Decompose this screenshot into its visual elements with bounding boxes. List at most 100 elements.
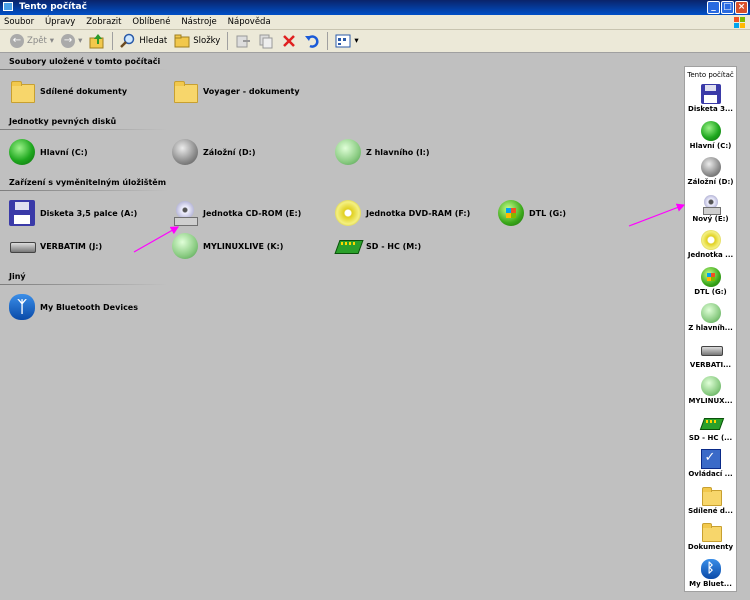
chevron-down-icon: ▾ bbox=[49, 36, 55, 46]
light-green-disk-icon bbox=[700, 376, 721, 396]
group-header-removable: Zařízení s vyměnitelným úložištěm bbox=[9, 178, 167, 187]
item-drive-f[interactable]: Jednotka DVD-RAM (F:) bbox=[335, 200, 470, 226]
item-voyager-documents[interactable]: Voyager - dokumenty bbox=[172, 78, 300, 104]
panel-item-label: My Bluet... bbox=[689, 579, 732, 588]
delete-button[interactable] bbox=[279, 31, 299, 51]
panel-item[interactable]: Disketa 3... bbox=[685, 84, 736, 113]
item-drive-c[interactable]: Hlavní (C:) bbox=[9, 139, 88, 165]
minimize-button[interactable]: _ bbox=[707, 1, 720, 14]
panel-item-label: VERBATI... bbox=[689, 360, 732, 369]
undo-icon bbox=[305, 35, 319, 48]
folder-icon bbox=[701, 522, 722, 542]
panel-item[interactable]: Sdílené d... bbox=[685, 486, 736, 515]
panel-item[interactable]: Ovládací ... bbox=[685, 449, 736, 478]
item-drive-a[interactable]: Disketa 3,5 palce (A:) bbox=[9, 200, 137, 226]
panel-item-label: Nový (E:) bbox=[692, 214, 729, 223]
forward-button[interactable]: → ▾ bbox=[59, 31, 84, 51]
search-button[interactable]: Hledat bbox=[118, 31, 169, 51]
up-button[interactable] bbox=[87, 31, 107, 51]
menu-file[interactable]: Soubor bbox=[0, 15, 38, 30]
panel-item-label: Ovládací ... bbox=[688, 470, 733, 478]
maximize-button[interactable]: □ bbox=[721, 1, 734, 14]
panel-title: Tento počítač bbox=[687, 71, 734, 79]
gray-disk-icon bbox=[700, 157, 721, 177]
panel-item[interactable]: SD - HC (... bbox=[685, 413, 736, 442]
item-drive-m[interactable]: SD - HC (M:) bbox=[335, 233, 421, 259]
sd-card-icon bbox=[335, 233, 361, 259]
drive-panel: Tento počítač Disketa 3... Hlavní (C:) Zál… bbox=[684, 66, 737, 592]
panel-item-label: MYLINUX... bbox=[688, 397, 733, 405]
panel-item[interactable]: Záložní (D:) bbox=[685, 157, 736, 186]
light-green-disk-icon bbox=[172, 233, 198, 259]
group-header-other: Jiný bbox=[9, 272, 26, 281]
panel-item[interactable]: DTL (G:) bbox=[685, 266, 736, 296]
panel-item[interactable]: VERBATI... bbox=[685, 340, 736, 369]
menu-view[interactable]: Zobrazit bbox=[82, 15, 125, 30]
panel-item[interactable]: MYLINUX... bbox=[685, 376, 736, 405]
folder-icon bbox=[9, 78, 35, 104]
views-icon bbox=[335, 34, 351, 48]
panel-item[interactable]: Dokumenty bbox=[685, 522, 736, 551]
folder-icon bbox=[172, 78, 198, 104]
item-bluetooth[interactable]: ᛉ My Bluetooth Devices bbox=[9, 294, 138, 320]
item-drive-k[interactable]: MYLINUXLIVE (K:) bbox=[172, 233, 283, 259]
panel-item-label: Disketa 3... bbox=[688, 105, 733, 113]
dvd-icon bbox=[335, 200, 361, 226]
file-view: Soubory uložené v tomto počítači Sdílené… bbox=[0, 53, 750, 600]
panel-item[interactable]: Hlavní (C:) bbox=[685, 120, 736, 150]
group-header-hdd: Jednotky pevných disků bbox=[9, 117, 117, 126]
folders-button[interactable]: Složky bbox=[172, 31, 222, 51]
toolbar-separator bbox=[227, 32, 229, 50]
move-to-button[interactable] bbox=[233, 31, 253, 51]
panel-item-label: Hlavní (C:) bbox=[689, 141, 732, 150]
panel-item[interactable]: ᛒ My Bluet... bbox=[685, 558, 736, 588]
group-divider bbox=[0, 284, 168, 285]
panel-item[interactable]: Nový (E:) bbox=[685, 194, 736, 223]
panel-item-label: Dokumenty bbox=[687, 543, 734, 551]
folders-icon bbox=[174, 34, 190, 48]
light-green-disk-icon bbox=[335, 139, 361, 165]
forward-arrow-icon: → bbox=[61, 34, 76, 48]
floppy-icon bbox=[9, 200, 35, 226]
group-header-stored: Soubory uložené v tomto počítači bbox=[9, 57, 161, 66]
panel-item-label: Sdílené d... bbox=[688, 506, 733, 515]
menu-favorites[interactable]: Oblíbené bbox=[128, 15, 174, 30]
light-green-disk-icon bbox=[700, 303, 721, 323]
menu-help[interactable]: Nápověda bbox=[224, 15, 275, 30]
windows-logo-icon bbox=[734, 17, 745, 28]
menu-tools[interactable]: Nástroje bbox=[177, 15, 220, 30]
item-drive-d[interactable]: Záložní (D:) bbox=[172, 139, 255, 165]
floppy-icon bbox=[700, 84, 721, 104]
item-drive-j[interactable]: VERBATIM (J:) bbox=[9, 233, 102, 259]
undo-button[interactable] bbox=[302, 31, 322, 51]
views-button[interactable]: ▾ bbox=[333, 31, 360, 51]
item-shared-documents[interactable]: Sdílené dokumenty bbox=[9, 78, 127, 104]
panel-item-label: SD - HC (... bbox=[688, 433, 733, 442]
sd-card-icon bbox=[701, 413, 721, 433]
item-drive-i[interactable]: Z hlavního (I:) bbox=[335, 139, 430, 165]
computer-icon bbox=[3, 2, 13, 11]
xp-disk-icon bbox=[498, 200, 524, 226]
back-button[interactable]: ← Zpět ▾ bbox=[8, 31, 56, 51]
back-arrow-icon: ← bbox=[10, 34, 24, 48]
copy-to-icon bbox=[259, 34, 273, 49]
close-button[interactable]: × bbox=[735, 1, 748, 14]
cdrom-icon bbox=[701, 194, 721, 215]
panel-item[interactable]: Z hlavníh... bbox=[685, 303, 736, 332]
item-drive-g[interactable]: DTL (G:) bbox=[498, 200, 566, 226]
menu-edit[interactable]: Úpravy bbox=[41, 15, 79, 30]
menu-bar: Soubor Úpravy Zobrazit Oblíbené Nástroje… bbox=[0, 15, 750, 30]
usb-drive-icon bbox=[700, 340, 723, 360]
chevron-down-icon: ▾ bbox=[78, 36, 83, 46]
window-title: Tento počítač bbox=[19, 2, 87, 12]
toolbar-separator bbox=[327, 32, 329, 50]
chevron-down-icon: ▾ bbox=[354, 36, 359, 46]
folder-icon bbox=[701, 486, 722, 506]
panel-item[interactable]: Jednotka ... bbox=[685, 230, 736, 259]
item-drive-e[interactable]: Jednotka CD-ROM (E:) bbox=[172, 200, 301, 226]
bluetooth-icon: ᛉ bbox=[9, 294, 35, 320]
copy-to-button[interactable] bbox=[256, 31, 276, 51]
gray-disk-icon bbox=[172, 139, 198, 165]
green-disk-icon bbox=[700, 120, 721, 141]
panel-item-label: Z hlavníh... bbox=[688, 324, 733, 332]
